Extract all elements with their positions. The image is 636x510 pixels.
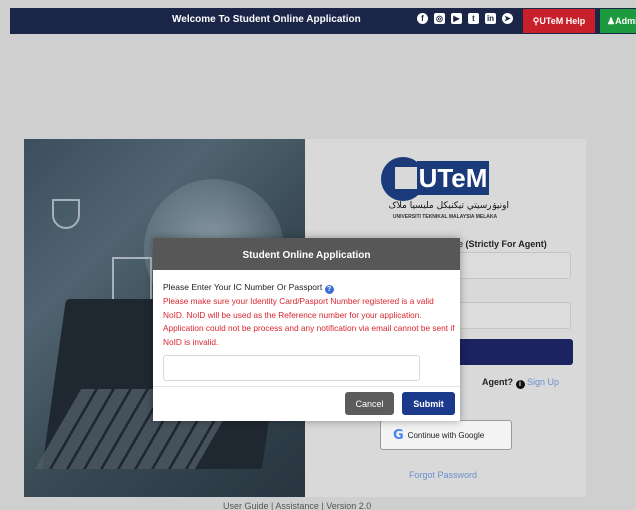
sign-up-link[interactable]: Sign Up — [527, 377, 559, 387]
agent-question: Agent? — [482, 377, 513, 387]
ic-number-input[interactable] — [163, 355, 420, 382]
telegram-icon[interactable]: ➤ — [502, 13, 513, 24]
forgot-password-link[interactable]: Forgot Password — [409, 470, 477, 480]
user-icon: ♟ — [607, 16, 616, 26]
ic-number-label-text: Please Enter Your IC Number Or Passport — [163, 282, 323, 292]
instagram-icon[interactable]: ◎ — [434, 13, 445, 24]
utem-logo: UTeM اونيۏرسيتي تيکنيکل مليسيا ملاک UNIV… — [381, 153, 509, 223]
top-navbar: Welcome To Student Online Application f … — [10, 8, 636, 34]
help-button-label: UTeM Help — [539, 16, 586, 26]
google-signin-button[interactable]: G Continue with Google — [380, 420, 512, 450]
help-question-icon[interactable]: ? — [324, 285, 334, 294]
ic-number-modal: Student Online Application Please Enter … — [153, 238, 460, 421]
warning-message: Please make sure your Identity Card/Pasp… — [163, 296, 455, 347]
facebook-icon[interactable]: f — [417, 13, 428, 24]
logo-text: UTeM — [417, 161, 489, 195]
welcome-title: Welcome To Student Online Application — [172, 14, 361, 25]
agent-code-label: de (Strictly For Agent) — [453, 239, 547, 249]
modal-title: Student Online Application — [153, 238, 460, 270]
social-links: f ◎ ▶ t in ➤ — [417, 13, 513, 24]
agent-code-input[interactable] — [445, 252, 571, 279]
modal-body: Please Enter Your IC Number Or Passport … — [153, 270, 460, 382]
sign-in-button[interactable] — [445, 339, 573, 365]
google-icon: G — [393, 427, 404, 443]
password-input[interactable] — [445, 302, 571, 329]
twitter-icon[interactable]: t — [468, 13, 479, 24]
admin-button-label: Admin — [615, 16, 636, 26]
submit-button[interactable]: Submit — [402, 392, 455, 415]
agent-code-label-text: (Strictly For Agent) — [465, 239, 547, 249]
info-icon: i — [515, 380, 525, 389]
logo-jawi-text: اونيۏرسيتي تيکنيکل مليسيا ملاک — [388, 201, 509, 211]
admin-button[interactable]: ♟Admin — [600, 9, 636, 33]
footer-links: User Guide | Assistance | Version 2.0 — [223, 501, 372, 510]
modal-footer: Cancel Submit — [153, 386, 460, 421]
agent-signup-row: Agent? i Sign Up — [482, 377, 559, 389]
ic-number-label: Please Enter Your IC Number Or Passport … — [163, 282, 450, 294]
linkedin-icon[interactable]: in — [485, 13, 496, 24]
trophy-icon — [52, 199, 80, 229]
logo-university-name: UNIVERSITI TEKNIKAL MALAYSIA MELAKA — [392, 214, 498, 220]
utem-help-button[interactable]: ⚲UTeM Help — [523, 9, 595, 33]
cancel-button[interactable]: Cancel — [345, 392, 394, 415]
youtube-icon[interactable]: ▶ — [451, 13, 462, 24]
google-button-label: Continue with Google — [407, 430, 485, 440]
